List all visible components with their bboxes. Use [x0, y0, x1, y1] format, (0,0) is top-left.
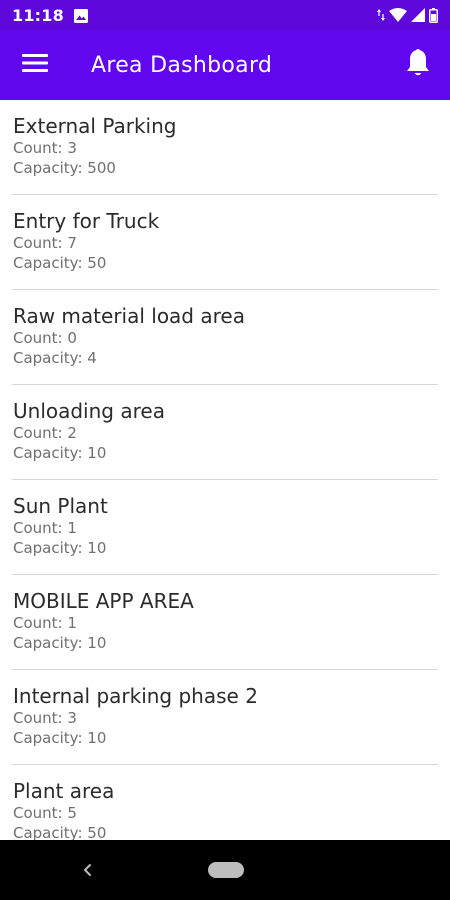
battery-icon	[429, 7, 438, 23]
status-icons	[377, 7, 438, 23]
list-item[interactable]: Sun Plant Count: 1 Capacity: 10	[0, 480, 450, 575]
area-name: Internal parking phase 2	[13, 684, 258, 708]
notifications-button[interactable]	[386, 30, 450, 100]
area-name: Sun Plant	[13, 494, 108, 518]
data-arrows-icon	[377, 8, 385, 22]
app-bar: Area Dashboard	[0, 30, 450, 100]
area-count: Count: 2	[13, 424, 77, 442]
area-name: MOBILE APP AREA	[13, 589, 194, 613]
area-name: External Parking	[13, 114, 177, 138]
area-count: Count: 7	[13, 234, 77, 252]
wifi-icon	[389, 8, 407, 22]
area-capacity: Capacity: 10	[13, 729, 107, 747]
menu-button[interactable]	[0, 30, 70, 100]
status-bar: 11:18	[0, 0, 450, 30]
list-item[interactable]: Raw material load area Count: 0 Capacity…	[0, 290, 450, 385]
bell-icon	[405, 48, 431, 82]
area-count: Count: 3	[13, 139, 77, 157]
list-item[interactable]: Plant area Count: 5 Capacity: 50	[0, 765, 450, 840]
area-name: Plant area	[13, 779, 115, 803]
area-count: Count: 1	[13, 519, 77, 537]
area-count: Count: 0	[13, 329, 77, 347]
list-item[interactable]: External Parking Count: 3 Capacity: 500	[0, 100, 450, 195]
list-item[interactable]: Unloading area Count: 2 Capacity: 10	[0, 385, 450, 480]
area-name: Entry for Truck	[13, 209, 160, 233]
status-time: 11:18	[12, 5, 64, 25]
area-count: Count: 3	[13, 709, 77, 727]
image-icon	[73, 8, 88, 23]
back-icon[interactable]	[78, 860, 98, 880]
area-list: External Parking Count: 3 Capacity: 500 …	[0, 100, 450, 840]
signal-icon	[411, 8, 425, 22]
list-item[interactable]: Internal parking phase 2 Count: 3 Capaci…	[0, 670, 450, 765]
home-pill-icon[interactable]	[208, 862, 244, 878]
area-capacity: Capacity: 4	[13, 349, 97, 367]
area-capacity: Capacity: 10	[13, 539, 107, 557]
screen: 11:18 Area Dashboard External Parking Co…	[0, 0, 450, 900]
area-count: Count: 1	[13, 614, 77, 632]
hamburger-menu-icon	[22, 53, 48, 77]
area-capacity: Capacity: 50	[13, 254, 107, 272]
area-capacity: Capacity: 500	[13, 159, 116, 177]
page-title: Area Dashboard	[91, 52, 273, 78]
area-capacity: Capacity: 50	[13, 824, 107, 840]
area-name: Unloading area	[13, 399, 165, 423]
area-name: Raw material load area	[13, 304, 245, 328]
list-item[interactable]: Entry for Truck Count: 7 Capacity: 50	[0, 195, 450, 290]
list-item[interactable]: MOBILE APP AREA Count: 1 Capacity: 10	[0, 575, 450, 670]
system-nav-bar	[0, 840, 450, 900]
area-capacity: Capacity: 10	[13, 634, 107, 652]
area-count: Count: 5	[13, 804, 77, 822]
area-capacity: Capacity: 10	[13, 444, 107, 462]
